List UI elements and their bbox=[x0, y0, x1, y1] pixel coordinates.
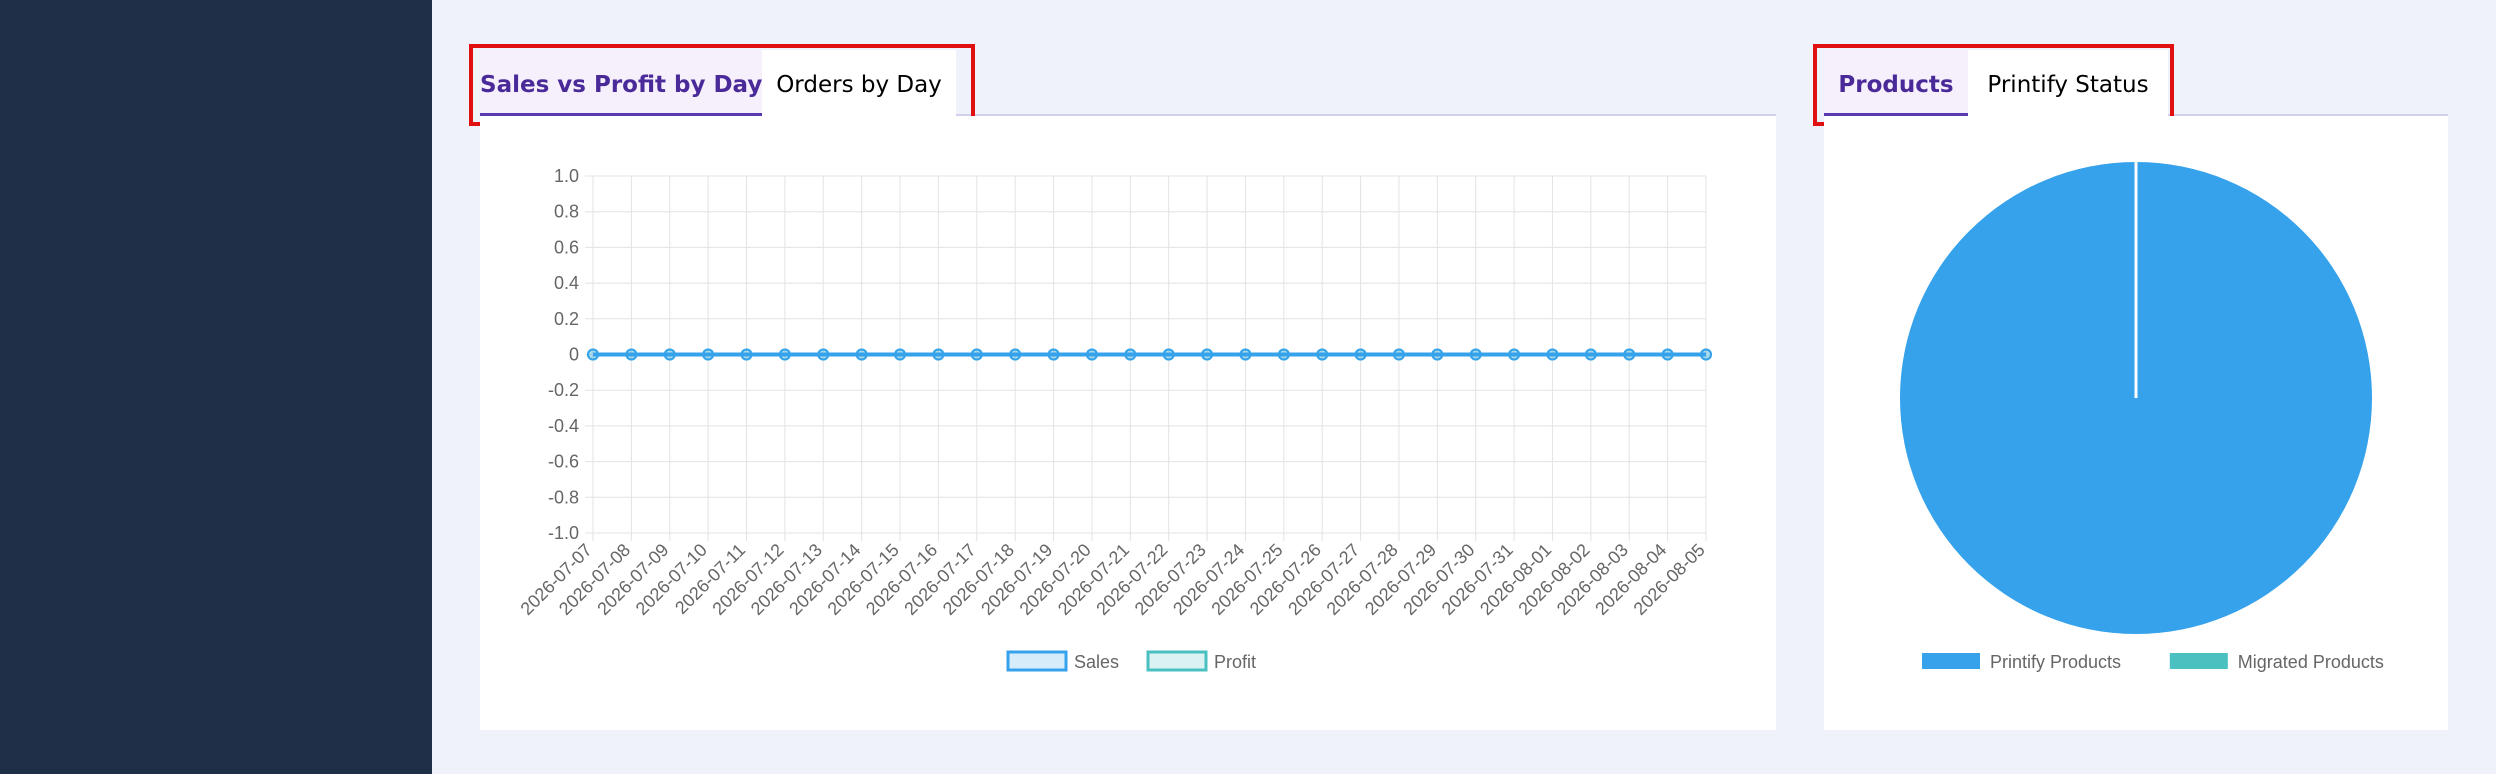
data-point-sales bbox=[894, 348, 907, 361]
legend-swatch-migrated-products bbox=[2169, 653, 2228, 669]
data-point-sales bbox=[1085, 348, 1098, 361]
data-point-sales bbox=[1508, 348, 1521, 361]
data-point-sales bbox=[1354, 348, 1367, 361]
data-point-sales bbox=[1546, 348, 1559, 361]
product-tabs: Products Printify Status bbox=[1824, 50, 2448, 122]
data-point-sales bbox=[778, 348, 791, 361]
data-point-sales bbox=[587, 348, 599, 361]
data-point-sales bbox=[663, 348, 676, 361]
y-tick-label: 1.0 bbox=[554, 166, 579, 186]
data-point-sales bbox=[1316, 348, 1329, 361]
tab-printify-status[interactable]: Printify Status bbox=[1968, 50, 2168, 118]
y-tick-label: -0.6 bbox=[548, 452, 579, 472]
data-point-sales bbox=[970, 348, 983, 361]
y-tick-label: -0.2 bbox=[548, 380, 579, 400]
data-point-sales bbox=[1584, 348, 1597, 361]
legend-swatch-printify-products bbox=[1922, 653, 1980, 669]
y-tick-label: 0.4 bbox=[554, 273, 579, 293]
data-point-sales bbox=[1700, 348, 1712, 361]
legend-label-printify-products: Printify Products bbox=[1990, 652, 2121, 672]
data-point-sales bbox=[1623, 348, 1636, 361]
data-point-sales bbox=[817, 348, 830, 361]
sales-profit-card: 1.0 0.8 0.6 0.4 0.2 0 -0.2 -0.4 -0.6 -0.8 -1.0 2026… bbox=[480, 116, 1776, 730]
data-point-sales bbox=[1047, 348, 1060, 361]
sales-profit-line-chart: 1.00.80.60.40.20-0.2-0.4-0.6-0.8-1.02026… bbox=[517, 166, 1712, 672]
data-point-sales bbox=[1392, 348, 1405, 361]
y-tick-label: 0.2 bbox=[554, 309, 579, 329]
tab-products[interactable]: Products bbox=[1824, 50, 1968, 118]
data-point-sales bbox=[740, 348, 753, 361]
sales-tabs: Sales vs Profit by Day Orders by Day bbox=[480, 50, 1776, 122]
tab-orders-by-day[interactable]: Orders by Day bbox=[762, 50, 956, 118]
data-point-sales bbox=[625, 348, 638, 361]
y-tick-label: 0 bbox=[569, 345, 579, 365]
legend-label-profit: Profit bbox=[1214, 652, 1256, 672]
y-tick-label: 0.8 bbox=[554, 202, 579, 222]
legend-swatch-profit bbox=[1146, 650, 1208, 672]
data-point-sales bbox=[1239, 348, 1252, 361]
data-point-sales bbox=[1469, 348, 1482, 361]
data-point-sales bbox=[1277, 348, 1290, 361]
data-point-sales bbox=[932, 348, 945, 361]
products-pie-chart: Printify Products Migrated Products bbox=[1900, 162, 2384, 672]
data-point-sales bbox=[1661, 348, 1674, 361]
data-point-sales bbox=[1162, 348, 1175, 361]
y-tick-label: 0.6 bbox=[554, 237, 579, 257]
products-card: Printify Products Migrated Products bbox=[1824, 116, 2448, 730]
data-point-sales bbox=[1201, 348, 1214, 361]
data-point-sales bbox=[1009, 348, 1022, 361]
data-point-sales bbox=[1431, 348, 1444, 361]
y-tick-label: -0.4 bbox=[548, 416, 579, 436]
y-tick-label: -1.0 bbox=[548, 523, 579, 543]
data-point-sales bbox=[855, 348, 868, 361]
data-point-sales bbox=[1124, 348, 1137, 361]
legend-label-sales: Sales bbox=[1074, 652, 1119, 672]
tab-sales-vs-profit[interactable]: Sales vs Profit by Day bbox=[480, 50, 762, 118]
sidebar bbox=[0, 0, 432, 774]
y-tick-label: -0.8 bbox=[548, 487, 579, 507]
legend-label-migrated-products: Migrated Products bbox=[2238, 652, 2384, 672]
legend-swatch-sales bbox=[1006, 650, 1068, 672]
data-point-sales bbox=[702, 348, 715, 361]
